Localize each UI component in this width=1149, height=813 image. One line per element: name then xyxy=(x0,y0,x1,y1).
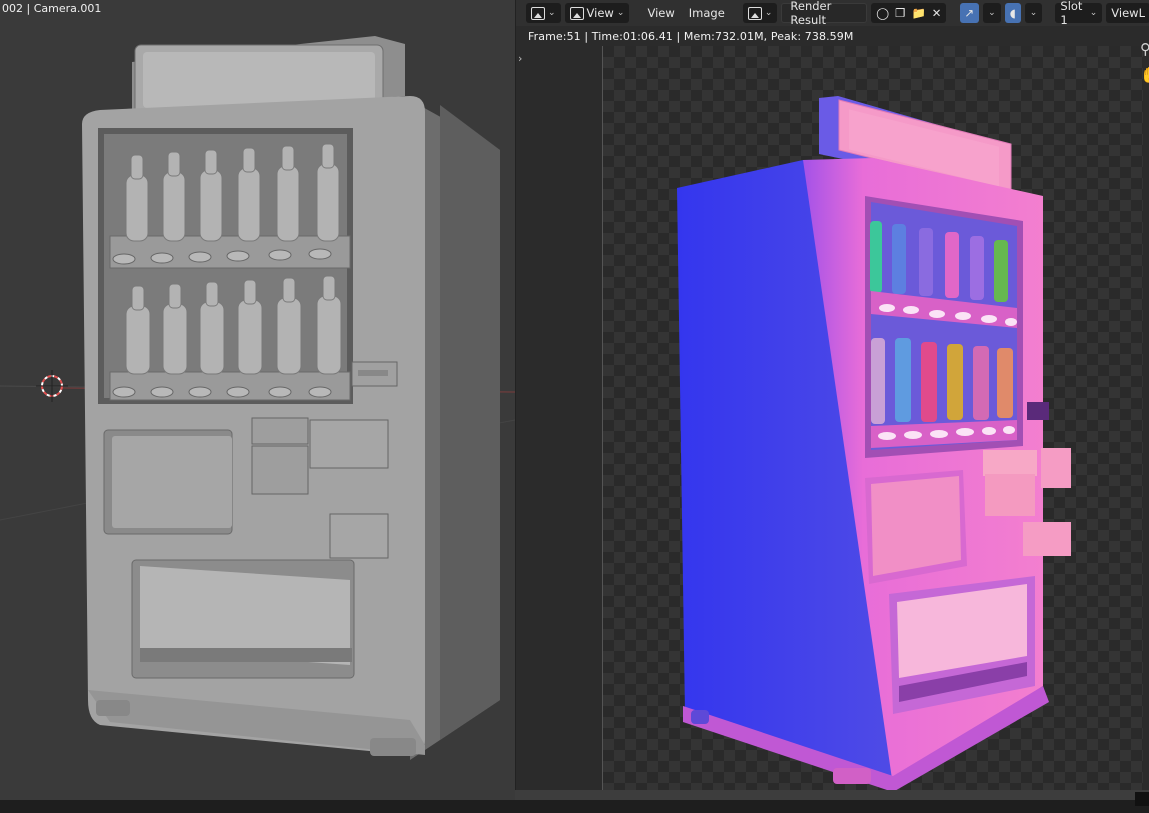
image-editor[interactable]: ⌄ View ⌄ View Image ⌄ Render Result ◯ ❐ … xyxy=(515,0,1149,790)
chevron-down-icon: ⌄ xyxy=(548,8,556,18)
pan-hand-icon[interactable]: ✋ xyxy=(1140,66,1149,84)
image-datablock-buttons: ◯ ❐ 📁 ✕ xyxy=(871,3,947,23)
image-editor-icon xyxy=(531,6,545,20)
gizmo-arrows-icon: ↗ xyxy=(964,6,975,20)
render-result-image xyxy=(677,96,1071,790)
open-folder-icon[interactable]: 📁 xyxy=(911,6,925,20)
gizmo-toggle-button[interactable]: ↗ xyxy=(959,3,980,23)
image-browse-button[interactable]: ⌄ xyxy=(742,3,778,23)
render-canvas[interactable] xyxy=(602,46,1143,790)
overlay-dropdown[interactable]: ⌄ xyxy=(1024,3,1043,23)
chevron-down-icon: ⌄ xyxy=(616,8,625,18)
chevron-down-icon: ⌄ xyxy=(988,8,996,18)
overlay-icon: ◖ xyxy=(1009,6,1016,20)
fake-user-shield-icon[interactable]: ◯ xyxy=(876,6,889,20)
overlay-toggle-button[interactable]: ◖ xyxy=(1004,3,1021,23)
navigation-gizmo: ⚲ ✋ xyxy=(1140,40,1149,96)
view-mode-label: View xyxy=(586,6,614,20)
close-icon[interactable]: ✕ xyxy=(932,6,942,20)
image-browse-icon xyxy=(747,6,762,20)
status-bar xyxy=(0,800,1149,813)
image-editor-header: ⌄ View ⌄ View Image ⌄ Render Result ◯ ❐ … xyxy=(516,0,1149,27)
view-layer-label: ViewL xyxy=(1111,6,1145,20)
chevron-down-icon: ⌄ xyxy=(1029,8,1038,18)
image-name-field[interactable]: Render Result xyxy=(781,0,868,27)
slot-dropdown[interactable]: Slot 1 ⌄ xyxy=(1055,0,1103,27)
slot-label: Slot 1 xyxy=(1060,0,1083,27)
editor-type-button[interactable]: ⌄ xyxy=(526,3,561,23)
gizmo-dropdown[interactable]: ⌄ xyxy=(983,3,1001,23)
vending-machine-gray[interactable] xyxy=(82,36,500,760)
duplicate-icon[interactable]: ❐ xyxy=(895,6,905,20)
chevron-down-icon: ⌄ xyxy=(1089,8,1098,18)
viewport-scene[interactable] xyxy=(0,0,515,800)
3d-viewport[interactable]: 002 | Camera.001 xyxy=(0,0,515,800)
viewport-camera-label: 002 | Camera.001 xyxy=(2,2,102,15)
area-corner-handle[interactable] xyxy=(1135,792,1149,806)
3d-cursor-icon[interactable] xyxy=(36,370,68,402)
chevron-down-icon: ⌄ xyxy=(764,8,773,18)
image-view-icon xyxy=(569,6,584,20)
view-layer-dropdown[interactable]: ViewL xyxy=(1106,3,1149,23)
view-menu[interactable]: View xyxy=(642,3,679,23)
render-info-text: Frame:51 | Time:01:06.41 | Mem:732.01M, … xyxy=(528,30,854,43)
sidebar-toggle-icon[interactable]: › xyxy=(518,52,522,65)
zoom-magnifier-icon[interactable]: ⚲ xyxy=(1140,40,1149,58)
view-mode-dropdown[interactable]: View ⌄ xyxy=(564,3,630,23)
image-menu[interactable]: Image xyxy=(684,3,730,23)
